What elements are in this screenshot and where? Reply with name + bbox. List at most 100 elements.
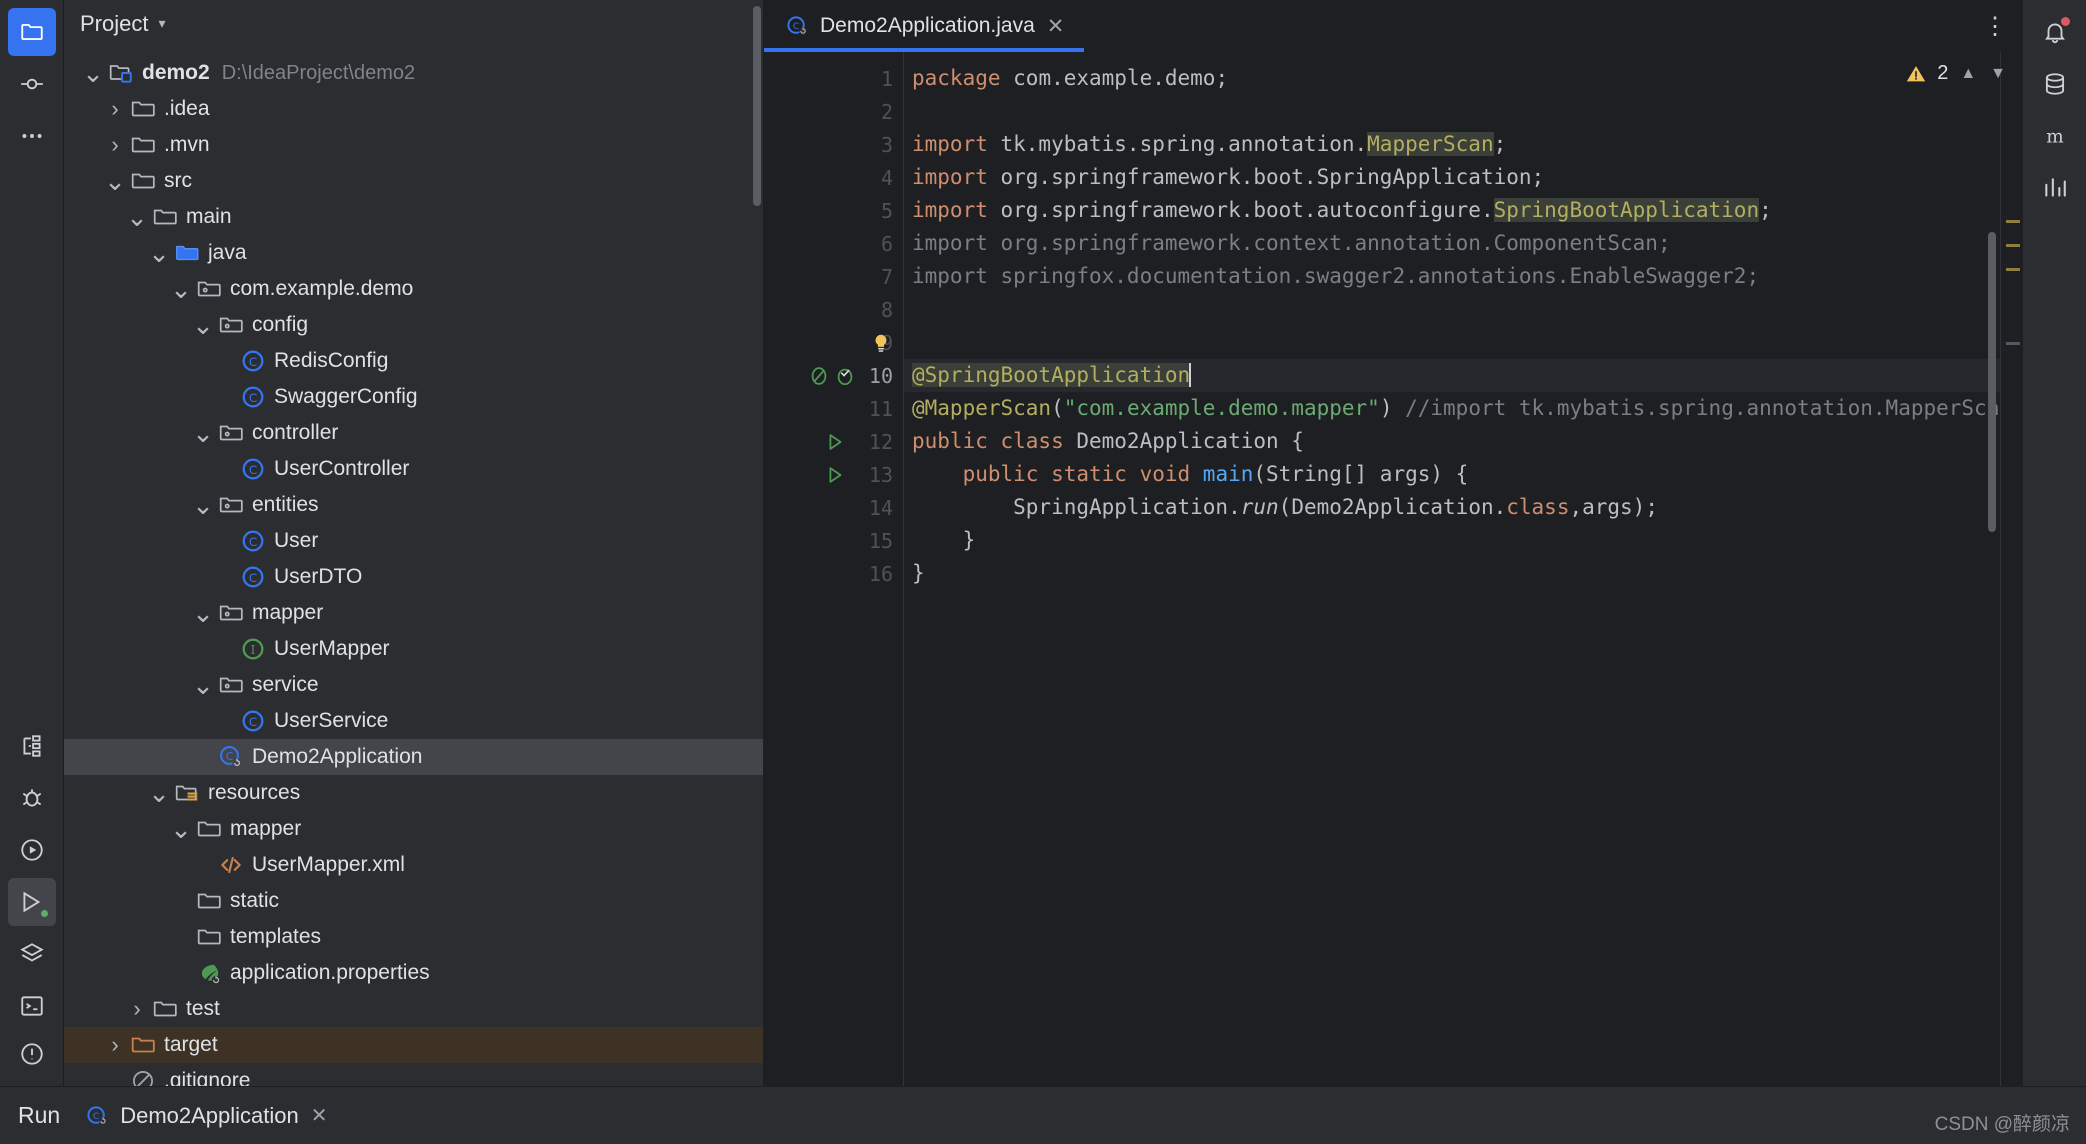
chevron-down-icon[interactable]: ⌄: [124, 204, 150, 230]
editor-marker[interactable]: [2006, 244, 2020, 247]
tree-row[interactable]: ⌄ service: [64, 667, 763, 703]
sidebar-item-services[interactable]: [7, 878, 56, 926]
gutter-row[interactable]: 16: [764, 557, 903, 590]
suppress-inspection-icon[interactable]: [808, 365, 830, 387]
gutter-row[interactable]: 8: [764, 293, 903, 326]
chevron-down-icon[interactable]: ▼: [1988, 65, 2008, 83]
inspection-widget[interactable]: 2 ▲ ▼: [1905, 62, 2008, 85]
code-line[interactable]: @MapperScan("com.example.demo.mapper") /…: [904, 392, 2000, 425]
tree-row[interactable]: .gitignore: [64, 1063, 763, 1086]
sidebar-item-more[interactable]: [8, 112, 56, 160]
run-config-tab[interactable]: C Demo2Application ✕: [86, 1103, 328, 1129]
vertical-ellipsis-icon[interactable]: ⋮: [1970, 0, 2022, 52]
tree-row[interactable]: › .mvn: [64, 127, 763, 163]
sidebar-item-terminal[interactable]: [8, 982, 56, 1030]
sidebar-item-run[interactable]: [8, 826, 56, 874]
gutter-row[interactable]: 11: [764, 392, 903, 425]
code-line[interactable]: package com.example.demo;: [904, 62, 2000, 95]
tree-row[interactable]: › test: [64, 991, 763, 1027]
tree-row[interactable]: ⌄ mapper: [64, 595, 763, 631]
code-line[interactable]: [904, 95, 2000, 128]
code-line[interactable]: }: [904, 524, 2000, 557]
gutter-row[interactable]: 5: [764, 194, 903, 227]
tree-row[interactable]: templates: [64, 919, 763, 955]
close-icon[interactable]: ✕: [311, 1103, 328, 1128]
chevron-down-icon[interactable]: ⌄: [190, 600, 216, 626]
chevron-down-icon[interactable]: ⌄: [102, 168, 128, 194]
gutter-row[interactable]: 2: [764, 95, 903, 128]
tree-row[interactable]: C SwaggerConfig: [64, 379, 763, 415]
tree-row[interactable]: ⌄ config: [64, 307, 763, 343]
tree-row[interactable]: › .idea: [64, 91, 763, 127]
sidebar-item-maven[interactable]: m: [2031, 112, 2079, 160]
chevron-up-icon[interactable]: ▲: [1958, 65, 1978, 83]
lightbulb-icon[interactable]: [870, 332, 892, 354]
gutter-row[interactable]: 7: [764, 260, 903, 293]
tree-row[interactable]: ⌄ main: [64, 199, 763, 235]
sidebar-item-debug[interactable]: [8, 774, 56, 822]
tree-row[interactable]: ⌄ com.example.demo: [64, 271, 763, 307]
run-gutter-icon[interactable]: [824, 431, 846, 453]
close-icon[interactable]: ✕: [1047, 14, 1065, 39]
tree-row[interactable]: C Demo2Application: [64, 739, 763, 776]
editor-gutter[interactable]: 1 2 3 4 5 6 7 8 9 10 11 12 13 14 15 16: [764, 52, 904, 1086]
chevron-down-icon[interactable]: ⌄: [190, 672, 216, 698]
sidebar-item-notifications[interactable]: [2031, 8, 2079, 56]
tree-row[interactable]: C UserController: [64, 451, 763, 487]
code-line[interactable]: import springfox.documentation.swagger2.…: [904, 260, 2000, 293]
chevron-down-icon[interactable]: ⌄: [146, 240, 172, 266]
gutter-row[interactable]: 6: [764, 227, 903, 260]
code-line[interactable]: import tk.mybatis.spring.annotation.Mapp…: [904, 128, 2000, 161]
tree-row[interactable]: ⌄ entities: [64, 487, 763, 523]
sidebar-item-structure[interactable]: [8, 722, 56, 770]
code-line[interactable]: }: [904, 557, 2000, 590]
tree-row[interactable]: ⌄ mapper: [64, 811, 763, 847]
project-panel-header[interactable]: Project ▾: [64, 0, 763, 47]
editor-marker[interactable]: [2006, 342, 2020, 345]
chevron-down-icon[interactable]: ⌄: [146, 780, 172, 806]
tree-row[interactable]: UserMapper.xml: [64, 847, 763, 883]
chevron-down-icon[interactable]: ⌄: [168, 816, 194, 842]
code-line[interactable]: [904, 293, 2000, 326]
chevron-down-icon[interactable]: ⌄: [190, 420, 216, 446]
chevron-right-icon[interactable]: ›: [102, 132, 128, 158]
tree-row[interactable]: ⌄ resources: [64, 775, 763, 811]
editor-vertical-scrollbar[interactable]: [1988, 232, 1996, 532]
gutter-row[interactable]: 9: [764, 326, 903, 359]
code-line[interactable]: public static void main(String[] args) {: [904, 458, 2000, 491]
code-line[interactable]: SpringApplication.run(Demo2Application.c…: [904, 491, 2000, 524]
tree-row[interactable]: application.properties: [64, 955, 763, 991]
gutter-row[interactable]: 12: [764, 425, 903, 458]
tree-row[interactable]: I UserMapper: [64, 631, 763, 667]
chevron-down-icon[interactable]: ⌄: [168, 276, 194, 302]
gutter-row[interactable]: 14: [764, 491, 903, 524]
tree-row[interactable]: C User: [64, 523, 763, 559]
chevron-right-icon[interactable]: ›: [124, 996, 150, 1022]
chevron-down-icon[interactable]: ▾: [158, 15, 165, 32]
chevron-down-icon[interactable]: ⌄: [190, 312, 216, 338]
sidebar-item-profiler[interactable]: [2031, 164, 2079, 212]
chevron-right-icon[interactable]: ›: [102, 1032, 128, 1058]
chevron-down-icon[interactable]: ⌄: [190, 492, 216, 518]
sidebar-item-problems[interactable]: [8, 1034, 56, 1082]
code-line[interactable]: @SpringBootApplication: [904, 359, 2000, 392]
sidebar-item-database[interactable]: [2031, 60, 2079, 108]
chevron-right-icon[interactable]: ›: [102, 96, 128, 122]
chevron-down-icon[interactable]: ⌄: [80, 60, 106, 86]
gutter-row[interactable]: 15: [764, 524, 903, 557]
tree-row[interactable]: static: [64, 883, 763, 919]
code-line[interactable]: import org.springframework.boot.autoconf…: [904, 194, 2000, 227]
spring-bean-icon[interactable]: [834, 365, 856, 387]
tree-row[interactable]: › target: [64, 1027, 763, 1064]
code-line[interactable]: [904, 326, 2000, 359]
tree-row[interactable]: C UserService: [64, 703, 763, 739]
editor-tab-demo2application[interactable]: C Demo2Application.java ✕: [764, 0, 1085, 52]
sidebar-item-commit[interactable]: [8, 60, 56, 108]
code-line[interactable]: import org.springframework.boot.SpringAp…: [904, 161, 2000, 194]
tree-row[interactable]: ⌄ src: [64, 163, 763, 199]
sidebar-item-project[interactable]: [7, 8, 56, 56]
tree-row[interactable]: ⌄ demo2 D:\IdeaProject\demo2: [64, 55, 763, 91]
editor-marker[interactable]: [2006, 220, 2020, 223]
tree-row[interactable]: C UserDTO: [64, 559, 763, 595]
editor-code[interactable]: package com.example.demo; import tk.myba…: [904, 52, 2000, 1086]
